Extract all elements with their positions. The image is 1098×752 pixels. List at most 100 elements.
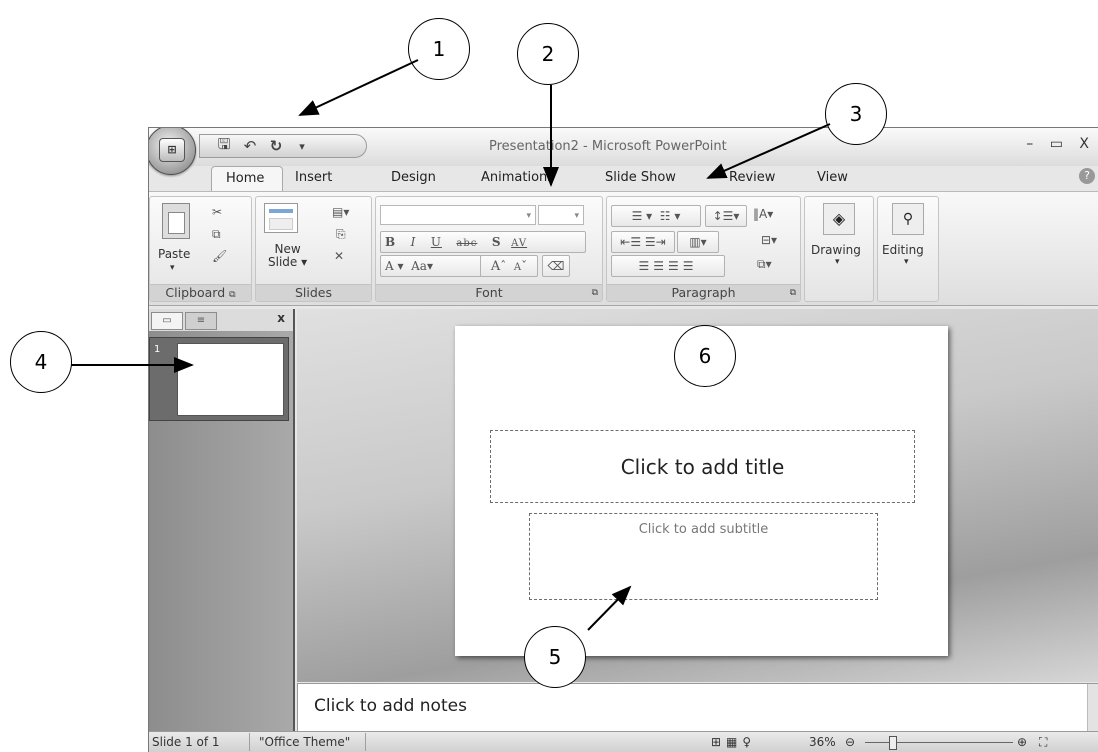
slides-group: New Slide ▾ ▤▾ ⎘ ✕ Slides: [255, 196, 372, 302]
font-size-combo[interactable]: ▾: [538, 205, 584, 225]
clipboard-launcher-icon[interactable]: ⧉: [229, 290, 235, 300]
slides-group-label: Slides: [256, 284, 371, 301]
text-direction-icon[interactable]: ‖A▾: [753, 207, 773, 221]
close-pane-icon[interactable]: x: [277, 311, 285, 325]
tab-view[interactable]: View: [817, 170, 848, 185]
window-controls[interactable]: – ▭ X: [1026, 136, 1095, 152]
binoculars-icon[interactable]: ⚲: [892, 203, 924, 235]
redo-icon[interactable]: ↻: [268, 137, 284, 155]
powerpoint-window: ⊞ 🖫 ↶ ↻ ▾ Presentation2 - Microsoft Powe…: [148, 127, 1098, 752]
line-spacing-icon[interactable]: ↕☰▾: [705, 205, 747, 227]
zoom-in-icon[interactable]: ⊕: [1017, 735, 1027, 749]
customize-qat-icon[interactable]: ▾: [294, 140, 310, 153]
slides-pane-tabs: ▭ ≡ x: [149, 309, 293, 331]
shrink-font-button[interactable]: A: [514, 262, 521, 273]
font-group: ▾ ▾ B I U abc S AV A ▾ Aa▾ Aˆ Aˇ ⌫ Font ⧉: [375, 196, 603, 302]
status-separator: [365, 733, 366, 751]
new-slide-button[interactable]: New Slide ▾: [268, 243, 307, 269]
tab-design[interactable]: Design: [391, 170, 436, 185]
bullets-numbering-icon[interactable]: ☰ ▾ ☷ ▾: [611, 205, 701, 227]
align-text-icon[interactable]: ⊟▾: [761, 233, 777, 247]
editing-dropdown-icon[interactable]: ▾: [904, 257, 909, 267]
slide-thumbnail-number: 1: [154, 344, 161, 355]
paragraph-launcher-icon[interactable]: ⧉: [790, 285, 796, 301]
paste-label[interactable]: Paste: [158, 247, 190, 261]
font-group-label: Font ⧉: [376, 284, 602, 301]
help-icon[interactable]: ?: [1079, 168, 1095, 184]
editing-button[interactable]: Editing: [882, 243, 924, 257]
window-title: Presentation2 - Microsoft PowerPoint: [489, 139, 727, 154]
slide-thumbnail-container[interactable]: 1: [149, 337, 289, 421]
ribbon-tabs: Home Insert Design Animations Slide Show…: [149, 166, 1098, 191]
slide-info: Slide 1 of 1: [152, 735, 220, 749]
columns-icon[interactable]: ▥▾: [677, 231, 719, 253]
copy-icon[interactable]: ⧉: [212, 227, 221, 242]
new-slide-icon[interactable]: [264, 203, 298, 233]
shapes-icon[interactable]: ◈: [823, 203, 855, 235]
font-color-button[interactable]: A: [385, 259, 394, 273]
zoom-slider[interactable]: [865, 742, 1013, 743]
delete-slide-icon[interactable]: ✕: [334, 249, 344, 263]
font-name-combo[interactable]: ▾: [380, 205, 536, 225]
callout-6: 6: [674, 325, 736, 387]
paste-dropdown-icon[interactable]: ▾: [170, 263, 175, 273]
undo-icon[interactable]: ↶: [242, 137, 258, 155]
italic-button[interactable]: I: [411, 235, 417, 249]
slide-thumbnail[interactable]: [177, 343, 284, 416]
zoom-level[interactable]: 36%: [809, 735, 836, 749]
clear-formatting-icon[interactable]: ⌫: [542, 255, 570, 277]
status-bar: Slide 1 of 1 "Office Theme" ⊞▦♀ 36% ⊖ ⊕ …: [149, 731, 1098, 752]
character-spacing-button[interactable]: AV: [511, 238, 527, 249]
save-icon[interactable]: 🖫: [216, 134, 232, 159]
alignment-icons[interactable]: ☰☰☰☰: [611, 255, 725, 277]
grow-font-button[interactable]: A: [491, 259, 500, 274]
paragraph-group: ☰ ▾ ☷ ▾ ↕☰▾ ‖A▾ ⇤☰ ☰⇥ ▥▾ ⊟▾ ☰☰☰☰ ⧉▾ Para…: [606, 196, 801, 302]
drawing-button[interactable]: Drawing: [811, 243, 861, 257]
quick-access-toolbar: 🖫 ↶ ↻ ▾: [199, 134, 367, 158]
callout-5: 5: [524, 626, 586, 688]
clipboard-group-label: Clipboard ⧉: [150, 284, 251, 301]
view-buttons-icon[interactable]: ⊞▦♀: [711, 735, 756, 749]
tab-slide-show[interactable]: Slide Show: [605, 170, 676, 185]
paste-icon[interactable]: [162, 203, 190, 239]
reset-icon[interactable]: ⎘: [336, 227, 346, 242]
strikethrough-button[interactable]: abc: [456, 238, 477, 249]
smartart-icon[interactable]: ⧉▾: [757, 257, 772, 272]
fit-to-window-icon[interactable]: ⛶: [1039, 735, 1047, 750]
tab-review[interactable]: Review: [729, 170, 775, 185]
drawing-group: ◈ Drawing ▾: [804, 196, 874, 302]
bold-button[interactable]: B: [385, 235, 396, 249]
font-size-buttons: Aˆ Aˇ: [480, 255, 538, 277]
font-launcher-icon[interactable]: ⧉: [592, 285, 598, 301]
title-bar: ⊞ 🖫 ↶ ↻ ▾ Presentation2 - Microsoft Powe…: [149, 128, 1098, 175]
arrow-1: [298, 59, 419, 116]
notes-placeholder: Click to add notes: [314, 696, 467, 716]
layout-icon[interactable]: ▤▾: [332, 205, 349, 219]
tab-animations[interactable]: Animations: [481, 170, 554, 185]
indent-icon[interactable]: ⇤☰ ☰⇥: [611, 231, 675, 253]
notes-scrollbar[interactable]: [1087, 684, 1098, 731]
office-logo-icon: ⊞: [159, 138, 185, 162]
editing-group: ⚲ Editing ▾: [877, 196, 939, 302]
tab-home[interactable]: Home: [211, 166, 283, 191]
zoom-slider-thumb[interactable]: [889, 736, 897, 750]
callout-1: 1: [408, 18, 470, 80]
drawing-dropdown-icon[interactable]: ▾: [835, 257, 840, 267]
clipboard-group: Paste ▾ ✂ ⧉ 🖌 Clipboard ⧉: [149, 196, 252, 302]
ribbon: Paste ▾ ✂ ⧉ 🖌 Clipboard ⧉ New Slide ▾ ▤▾ …: [149, 191, 1098, 306]
theme-name: "Office Theme": [259, 735, 351, 749]
change-case-button[interactable]: Aa: [411, 259, 427, 273]
tab-insert[interactable]: Insert: [295, 170, 332, 185]
zoom-out-icon[interactable]: ⊖: [845, 735, 855, 749]
font-color-case: A ▾ Aa▾: [380, 255, 482, 277]
outline-tab-icon[interactable]: ≡: [185, 312, 217, 330]
slides-tab-icon[interactable]: ▭: [151, 312, 183, 330]
font-format-toolbar: B I U abc S AV: [380, 231, 586, 253]
shadow-button[interactable]: S: [492, 235, 502, 249]
subtitle-placeholder[interactable]: Click to add subtitle: [529, 513, 878, 600]
notes-pane[interactable]: Click to add notes: [297, 683, 1098, 732]
title-placeholder[interactable]: Click to add title: [490, 430, 915, 503]
underline-button[interactable]: U: [431, 235, 442, 249]
cut-icon[interactable]: ✂: [212, 205, 222, 219]
format-painter-icon[interactable]: 🖌: [212, 249, 227, 263]
